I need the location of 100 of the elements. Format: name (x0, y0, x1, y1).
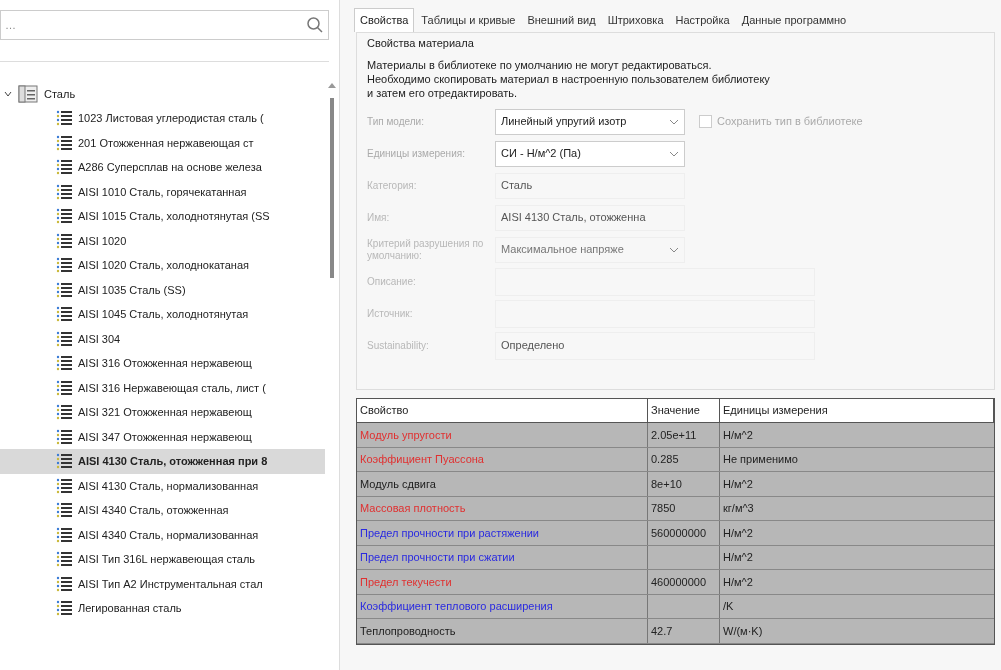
table-cell-text: Н/м^2 (722, 574, 754, 590)
field-label: Единицы измерения: (367, 147, 466, 160)
table-cell-text: /K (722, 599, 735, 614)
table-cell: Предел прочности при растяжении (357, 521, 648, 545)
tree-item[interactable]: AISI 304 (0, 326, 325, 351)
table-cell: Модуль сдвига (357, 472, 648, 496)
tab[interactable]: Данные программно (736, 8, 852, 32)
list-icon (56, 477, 72, 494)
table-cell: Массовая плотность (357, 496, 648, 520)
table-cell-text: W/(м·K) (722, 623, 764, 639)
list-icon (56, 183, 72, 200)
column-header[interactable]: Значение (648, 399, 720, 422)
list-icon (56, 575, 72, 592)
tree-item[interactable]: AISI 4340 Сталь, нормализованная (0, 522, 325, 547)
list-icon (56, 502, 72, 519)
table-cell-text: Н/м^2 (722, 427, 754, 443)
table-cell-text: кг/м^3 (722, 501, 755, 516)
tree-item[interactable]: AISI 4130 Сталь, отожженная при 8 (0, 449, 325, 474)
tree-item[interactable]: AISI 1045 Сталь, холоднотянутая (0, 302, 325, 327)
field-label: Тип модели: (367, 115, 425, 128)
list-icon (56, 281, 72, 298)
field-label: Критерий разрушения по умолчанию: (367, 237, 485, 262)
list-icon (56, 208, 72, 225)
tree-item[interactable]: AISI 1010 Сталь, горячекатанная (0, 179, 325, 204)
search-icon (306, 16, 324, 34)
tree-item[interactable]: AISI 316 Отожженная нержавеющ (0, 351, 325, 376)
tree-item[interactable]: Легированная сталь (0, 596, 325, 621)
caret-icon (669, 118, 679, 125)
caret-icon (669, 246, 679, 253)
checkbox[interactable] (699, 115, 712, 128)
tree-item[interactable]: 1023 Листовая углеродистая сталь ( (0, 106, 325, 131)
table-cell: Коэффициент теплового расширения (357, 594, 648, 618)
list-icon (56, 453, 72, 470)
list-icon (56, 355, 72, 372)
list-icon (56, 134, 72, 151)
tree-label: Сталь (44, 86, 76, 102)
table-cell-text: Не применимо (722, 452, 799, 467)
tree-item[interactable]: AISI 1020 (0, 228, 325, 253)
group-title: Свойства материала (367, 36, 475, 51)
table-cell-text: Н/м^2 (722, 476, 754, 492)
field-label: Описание: (367, 275, 417, 288)
list-icon (56, 257, 72, 274)
tree-item[interactable]: AISI 4130 Сталь, нормализованная (0, 473, 325, 498)
field-label: Sustainability: (367, 339, 430, 352)
table-cell: 460000000 (648, 570, 720, 594)
dropdown[interactable]: СИ - Н/м^2 (Па) (495, 140, 685, 167)
tree-item[interactable]: AISI Тип A2 Инструментальная стал (0, 571, 325, 596)
list-icon (56, 232, 72, 249)
scroll-up-icon[interactable] (328, 82, 336, 88)
table-cell: 560000000 (648, 521, 720, 545)
caret-icon (669, 150, 679, 157)
tab[interactable]: Настройка (670, 8, 735, 32)
table-cell: Теплопроводность (357, 619, 648, 643)
tree-item[interactable]: AISI 1035 Сталь (SS) (0, 277, 325, 302)
table-cell: Модуль упругости (357, 423, 648, 447)
list-icon (56, 379, 72, 396)
list-icon (56, 526, 72, 543)
tree-item[interactable]: 201 Отожженная нержавеющая ст (0, 130, 325, 155)
table-cell: 42.7 (648, 619, 720, 643)
list-icon (56, 404, 72, 421)
notice-text: Необходимо скопировать материал в настроенную пользователем библиотеку (367, 71, 771, 86)
field-label: Имя: (367, 211, 391, 224)
list-icon (56, 428, 72, 445)
table-cell: Предел прочности при сжатии (357, 545, 648, 569)
checkbox-label: Сохранить тип в библиотеке (717, 114, 863, 130)
dropdown[interactable]: Линейный упругий изотр (495, 108, 685, 135)
chevron-icon (4, 90, 12, 98)
search-field[interactable]: … (0, 10, 329, 40)
table-cell: 0.285 (648, 447, 720, 471)
tree-item[interactable]: AISI 321 Отожженная нержавеющ (0, 400, 325, 425)
tab[interactable]: Штриховка (602, 8, 669, 32)
list-icon (56, 600, 72, 617)
column-header[interactable]: Единицы измерения (720, 399, 994, 422)
table-cell-text: Н/м^2 (722, 550, 754, 565)
table-cell: 8e+10 (648, 472, 720, 496)
notice-text: и затем его отредактировать. (367, 85, 519, 100)
tree-item[interactable]: AISI Тип 316L нержавеющая сталь (0, 547, 325, 572)
tab[interactable]: Внешний вид (522, 8, 601, 32)
tree-item[interactable]: AISI 1020 Сталь, холоднокатаная (0, 253, 325, 278)
table-cell: Предел текучести (357, 570, 648, 594)
list-icon (56, 551, 72, 568)
notice-text: Материалы в библиотеке по умолчанию не могут редактироваться. (367, 57, 713, 72)
table-cell: 7850 (648, 496, 720, 520)
list-icon (56, 306, 72, 323)
tree-item[interactable]: AISI 4340 Сталь, отожженная (0, 498, 325, 523)
tree-item[interactable]: Сталь (0, 82, 325, 106)
table-cell: Коэффициент Пуассона (357, 447, 648, 471)
column-header[interactable]: Свойство (357, 399, 648, 422)
list-icon (56, 159, 72, 176)
tab[interactable]: Свойства (354, 8, 415, 32)
tree-item[interactable]: AISI 1015 Сталь, холоднотянутая (SS (0, 204, 325, 229)
tree-item[interactable]: A286 Суперсплав на основе железа (0, 155, 325, 180)
field-label: Источник: (367, 307, 414, 320)
list-icon (56, 330, 72, 347)
field-label: Категория: (367, 179, 418, 192)
list-icon (56, 110, 72, 127)
tab[interactable]: Таблицы и кривые (416, 8, 521, 32)
tree-item[interactable]: AISI 347 Отожженная нержавеющ (0, 424, 325, 449)
tree-item[interactable]: AISI 316 Нержавеющая сталь, лист ( (0, 375, 325, 400)
table-cell: 2.05e+11 (648, 423, 720, 447)
